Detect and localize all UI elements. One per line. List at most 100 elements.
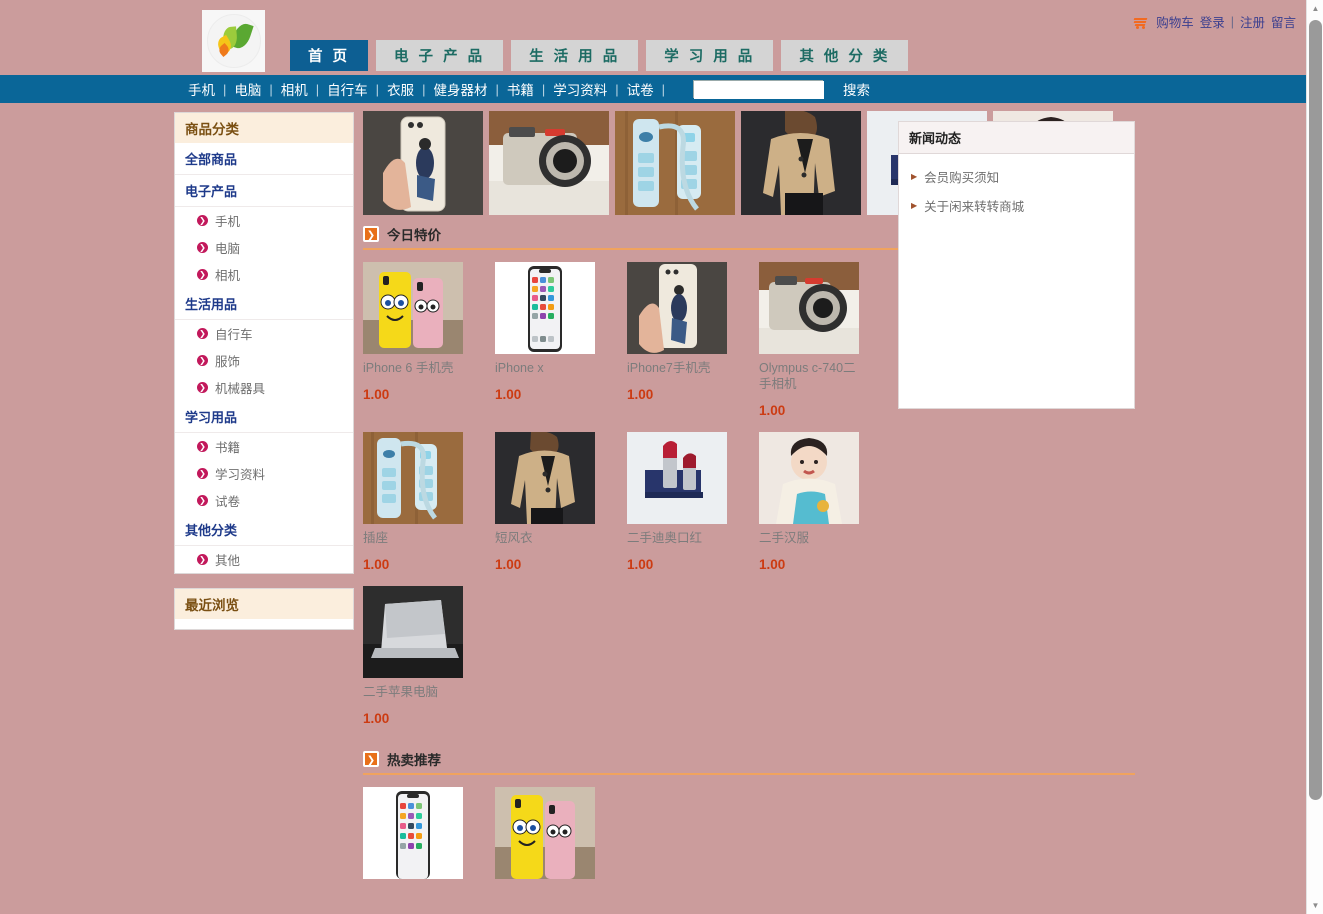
sidebar-item-label: 手机 <box>215 215 241 229</box>
vertical-scrollbar[interactable]: ▲ ▼ <box>1306 0 1323 914</box>
product-image-iphone-x[interactable] <box>495 262 595 354</box>
news-item[interactable]: ▶ 关于闲来转转商城 <box>909 191 1124 220</box>
subnav-item-fitness[interactable]: 健身器材 <box>433 79 487 99</box>
chevron-right-circle-icon: ❯ <box>197 269 208 280</box>
content-area: 商品分类 全部商品 电子产品 ❯ 手机 ❯ 电脑 ❯ 相机 生活用品 ❯ 自行车… <box>0 103 1306 914</box>
product-card[interactable]: iPhone 6 手机壳 1.00 <box>363 262 495 418</box>
product-image-olympus-camera[interactable] <box>759 262 859 354</box>
product-image-trench-coat[interactable] <box>495 432 595 524</box>
sidebar-item-books[interactable]: ❯ 书籍 <box>175 433 353 460</box>
subnav-item-camera[interactable]: 相机 <box>281 79 308 99</box>
product-image-macbook[interactable] <box>363 586 463 678</box>
product-image-spongebob-cases[interactable] <box>363 262 463 354</box>
main-column: ❯ 今日特价 iPhone 6 手机壳 1.00 iPhone x 1.00 i… <box>363 111 1135 904</box>
register-link[interactable]: 注册 <box>1240 12 1265 31</box>
product-image-hanfu[interactable] <box>759 432 859 524</box>
sidebar-item-label: 学习资料 <box>215 468 266 482</box>
sidebar-group-study-supplies[interactable]: 学习用品 <box>175 401 353 433</box>
product-image-spongebob-cases[interactable] <box>495 787 595 879</box>
subnav-item-study-materials[interactable]: 学习资料 <box>553 79 607 99</box>
news-item[interactable]: ▶ 会员购买须知 <box>909 162 1124 191</box>
product-image-dior-lipstick[interactable] <box>627 432 727 524</box>
banner-image-phone-case[interactable] <box>363 111 483 215</box>
search-input[interactable] <box>694 81 825 99</box>
sidebar-group-daily-goods-items: ❯ 自行车 ❯ 服饰 ❯ 机械器具 <box>175 320 353 401</box>
sidebar-item-apparel[interactable]: ❯ 服饰 <box>175 347 353 374</box>
tab-electronics[interactable]: 电 子 产 品 <box>376 40 504 71</box>
sidebar-item-other[interactable]: ❯ 其他 <box>175 546 353 573</box>
product-card[interactable]: iPhone x 1.00 <box>495 262 627 418</box>
sidebar-item-phone[interactable]: ❯ 手机 <box>175 207 353 234</box>
subnav-item-phone[interactable]: 手机 <box>188 79 215 99</box>
sidebar-item-label: 机械器具 <box>215 382 266 396</box>
sub-navigation: 手机 | 电脑 | 相机 | 自行车 | 衣服 | 健身器材 | 书籍 | 学习… <box>0 75 1306 103</box>
sidebar-item-all-products[interactable]: 全部商品 <box>175 143 353 175</box>
today-area: iPhone 6 手机壳 1.00 iPhone x 1.00 iPhone7手… <box>363 121 1135 740</box>
search-button[interactable]: 搜索 <box>837 78 876 100</box>
hot-product-grid <box>363 775 1135 904</box>
subnav-item-books[interactable]: 书籍 <box>507 79 534 99</box>
scroll-up-arrow-icon[interactable]: ▲ <box>1307 0 1323 17</box>
product-name[interactable]: iPhone 6 手机壳 <box>363 360 471 376</box>
sidebar-item-label: 试卷 <box>215 495 241 509</box>
product-card[interactable]: 二手汉服 1.00 <box>759 432 891 572</box>
hot-section-title: 热卖推荐 <box>387 753 441 768</box>
product-name[interactable]: 二手汉服 <box>759 530 867 546</box>
news-item-label: 会员购买须知 <box>924 171 1000 185</box>
product-name[interactable]: iPhone7手机壳 <box>627 360 735 376</box>
sidebar-item-camera[interactable]: ❯ 相机 <box>175 261 353 288</box>
subnav-item-computer[interactable]: 电脑 <box>234 79 261 99</box>
tab-study-supplies[interactable]: 学 习 用 品 <box>646 40 774 71</box>
sidebar-item-machinery[interactable]: ❯ 机械器具 <box>175 374 353 401</box>
tab-other[interactable]: 其 他 分 类 <box>781 40 909 71</box>
subnav-item-bicycle[interactable]: 自行车 <box>327 79 368 99</box>
product-card[interactable]: iPhone7手机壳 1.00 <box>627 262 759 418</box>
product-card[interactable]: 插座 1.00 <box>363 432 495 572</box>
product-card[interactable]: 短风衣 1.00 <box>495 432 627 572</box>
page-root: 购物车 登录 | 注册 留言 首 页 电 子 产 品 生 活 用 品 学 习 用… <box>0 0 1306 914</box>
cart-link[interactable]: 购物车 <box>1156 12 1194 31</box>
product-card[interactable] <box>363 787 495 890</box>
site-logo[interactable] <box>202 10 265 72</box>
login-link[interactable]: 登录 <box>1200 12 1225 31</box>
sidebar-group-other[interactable]: 其他分类 <box>175 514 353 546</box>
banner-image-power-strip[interactable] <box>615 111 735 215</box>
product-name[interactable]: 二手迪奥口红 <box>627 530 735 546</box>
sidebar-group-electronics[interactable]: 电子产品 <box>175 175 353 207</box>
chevron-right-circle-icon: ❯ <box>197 242 208 253</box>
sidebar-item-computer[interactable]: ❯ 电脑 <box>175 234 353 261</box>
sidebar-item-bicycle[interactable]: ❯ 自行车 <box>175 320 353 347</box>
scroll-down-arrow-icon[interactable]: ▼ <box>1307 897 1323 914</box>
product-name[interactable]: iPhone x <box>495 360 603 376</box>
product-name[interactable]: 二手苹果电脑 <box>363 684 471 700</box>
product-image-illustration-case[interactable] <box>627 262 727 354</box>
tab-daily-goods[interactable]: 生 活 用 品 <box>511 40 639 71</box>
banner-image-trench-coat[interactable] <box>741 111 861 215</box>
chevron-right-circle-icon: ❯ <box>197 468 208 479</box>
product-name[interactable]: 短风衣 <box>495 530 603 546</box>
sidebar-group-daily-goods[interactable]: 生活用品 <box>175 288 353 320</box>
message-link[interactable]: 留言 <box>1271 12 1296 31</box>
product-price: 1.00 <box>759 403 786 418</box>
sidebar-item-study-materials[interactable]: ❯ 学习资料 <box>175 460 353 487</box>
product-card[interactable]: 二手苹果电脑 1.00 <box>363 586 495 726</box>
product-name[interactable]: Olympus c-740二手相机 <box>759 360 867 392</box>
subnav-item-exam-papers[interactable]: 试卷 <box>627 79 654 99</box>
product-card[interactable]: 二手迪奥口红 1.00 <box>627 432 759 572</box>
subnav-divider: | <box>541 81 546 97</box>
product-price: 1.00 <box>363 711 390 726</box>
subnav-divider: | <box>661 81 666 97</box>
sidebar: 商品分类 全部商品 电子产品 ❯ 手机 ❯ 电脑 ❯ 相机 生活用品 ❯ 自行车… <box>174 112 354 644</box>
banner-image-camera[interactable] <box>489 111 609 215</box>
subnav-item-clothes[interactable]: 衣服 <box>387 79 414 99</box>
product-card[interactable] <box>495 787 627 890</box>
sidebar-item-label: 其他 <box>215 554 241 568</box>
product-image-iphone-x[interactable] <box>363 787 463 879</box>
user-links: 购物车 登录 | 注册 留言 <box>1133 12 1296 31</box>
product-card[interactable]: Olympus c-740二手相机 1.00 <box>759 262 891 418</box>
scrollbar-thumb[interactable] <box>1309 20 1322 800</box>
product-image-power-strip[interactable] <box>363 432 463 524</box>
tab-home[interactable]: 首 页 <box>290 40 369 71</box>
product-name[interactable]: 插座 <box>363 530 471 546</box>
sidebar-item-exam-papers[interactable]: ❯ 试卷 <box>175 487 353 514</box>
